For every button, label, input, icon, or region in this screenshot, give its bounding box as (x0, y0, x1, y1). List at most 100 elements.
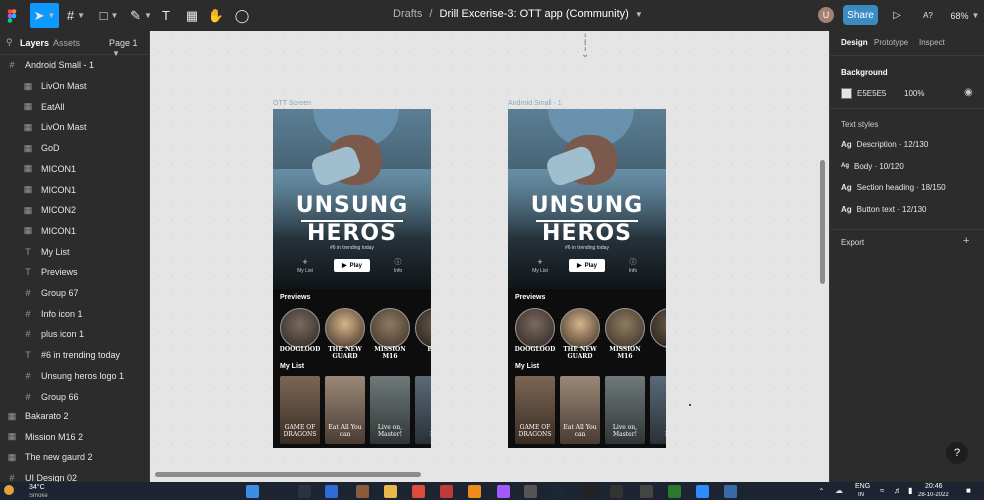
resources-tool-button[interactable]: ▦ (184, 3, 200, 28)
layer-item-0[interactable]: ▦ LivOn Mast (0, 76, 150, 96)
preview-thumbnail[interactable] (415, 308, 431, 348)
notes-icon[interactable] (640, 485, 653, 498)
mylist-poster[interactable]: Eat All You can (325, 376, 365, 444)
phone-frame[interactable]: UNSUNG HEROS #6 in trending today + My L… (273, 109, 431, 448)
tab-prototype[interactable]: Prototype (874, 38, 908, 47)
cloud-icon[interactable]: ☁ (835, 486, 843, 495)
share-button[interactable]: Share (843, 5, 878, 25)
avatar[interactable]: U (818, 7, 834, 23)
preview-thumbnail[interactable] (325, 308, 365, 348)
preview-thumbnail[interactable] (560, 308, 600, 348)
plus-icon[interactable]: + (963, 235, 969, 247)
move-tool-button[interactable]: ➤ ▼ (30, 3, 59, 28)
layer-item-1[interactable]: ▦ EatAll (0, 97, 150, 117)
text-style-item[interactable]: Ag Section heading · 18/150 (841, 183, 946, 192)
mylist-poster[interactable]: Live on, Master! (605, 376, 645, 444)
layer-item-top-1[interactable]: ▦ Mission M16 2 (0, 427, 150, 447)
file-name[interactable]: Drill Excerise-3: OTT app (Community) (440, 8, 629, 20)
layer-item-10[interactable]: # Group 67 (0, 283, 150, 303)
snip-icon[interactable] (724, 485, 737, 498)
figma-menu-icon[interactable] (2, 3, 22, 28)
mylist-poster[interactable]: GAME OF DRAGONS (515, 376, 555, 444)
tab-inspect[interactable]: Inspect (919, 38, 945, 47)
play-button[interactable]: ▶ Play (569, 259, 605, 272)
layer-item-6[interactable]: ▦ MICON2 (0, 200, 150, 220)
layer-item-3[interactable]: ▦ GoD (0, 138, 150, 158)
present-button[interactable]: ▷ (890, 3, 904, 28)
temperature[interactable]: 34°C (29, 484, 45, 491)
text-tool-button[interactable]: T (158, 3, 174, 28)
info-icon[interactable]: ⓘ (383, 257, 413, 267)
phone-frame[interactable]: UNSUNG HEROS #6 in trending today + My L… (508, 109, 666, 448)
layer-item-top-2[interactable]: ▦ The new gaurd 2 (0, 447, 150, 467)
layer-item-5[interactable]: ▦ MICON1 (0, 180, 150, 200)
hand-tool-button[interactable]: ✋ (208, 3, 224, 28)
vlc-icon[interactable] (468, 485, 481, 498)
z-app-icon[interactable] (583, 485, 596, 498)
zoom-icon[interactable] (696, 485, 709, 498)
tab-assets[interactable]: Assets (53, 38, 80, 48)
search-icon[interactable]: ⚲ (6, 37, 13, 48)
play-button[interactable]: ▶ Play (334, 259, 370, 272)
horizontal-scrollbar[interactable] (155, 472, 421, 477)
clock-time[interactable]: 20:46 (925, 483, 943, 490)
shape-tool-button[interactable]: □ ▼ (96, 3, 122, 28)
preview-thumbnail[interactable] (605, 308, 645, 348)
bg-opacity[interactable]: 100% (904, 89, 924, 98)
start-icon[interactable] (246, 485, 259, 498)
help-button[interactable]: ? (946, 442, 968, 464)
layer-item-9[interactable]: T Previews (0, 262, 150, 282)
git-icon[interactable] (524, 485, 537, 498)
preview-thumbnail[interactable] (515, 308, 555, 348)
figma-app-icon[interactable] (497, 485, 510, 498)
layer-item-top-0[interactable]: ▦ Bakarato 2 (0, 406, 150, 426)
file-explorer-icon[interactable] (384, 485, 397, 498)
text-style-item[interactable]: Ag Button text · 12/130 (841, 205, 927, 214)
layer-item-7[interactable]: ▦ MICON1 (0, 221, 150, 241)
frame-label[interactable]: Android Small - 1 (508, 100, 562, 107)
color-swatch[interactable] (841, 88, 852, 99)
comment-tool-button[interactable]: ◯ (234, 3, 250, 28)
pen-tool-button[interactable]: ✎ ▼ (128, 3, 154, 28)
steam-icon[interactable] (551, 485, 564, 498)
live-app-icon[interactable] (610, 485, 623, 498)
breadcrumb-drafts[interactable]: Drafts (393, 8, 422, 20)
layer-item-root[interactable]: # Android Small - 1 (0, 55, 150, 75)
eye-icon[interactable]: ◉ (964, 87, 973, 98)
battery-icon[interactable]: ▮ (908, 486, 912, 495)
task-view-icon[interactable] (298, 485, 311, 498)
layer-item-2[interactable]: ▦ LivOn Mast (0, 117, 150, 137)
tab-layers[interactable]: Layers (20, 38, 49, 48)
mylist-poster[interactable]: Inb (415, 376, 431, 444)
tab-design[interactable]: Design (841, 38, 868, 47)
text-style-item[interactable]: Ag Description · 12/130 (841, 140, 928, 149)
layer-item-11[interactable]: # Info icon 1 (0, 304, 150, 324)
frame-tool-button[interactable]: # ▼ (63, 3, 89, 28)
language[interactable]: ENG (855, 483, 870, 490)
notification-icon[interactable]: ■ (966, 486, 971, 495)
mylist-poster[interactable]: Eat All You can (560, 376, 600, 444)
layer-item-8[interactable]: T My List (0, 242, 150, 262)
layer-item-4[interactable]: ▦ MICON1 (0, 159, 150, 179)
info-icon[interactable]: ⓘ (618, 257, 648, 267)
layer-item-15[interactable]: # Group 66 (0, 387, 150, 407)
frame-label[interactable]: OTT Screen (273, 100, 311, 107)
layer-item-14[interactable]: # Unsung heros logo 1 (0, 366, 150, 386)
bg-hex[interactable]: E5E5E5 (857, 89, 904, 98)
layer-item-13[interactable]: T #6 in trending today (0, 345, 150, 365)
xbox-icon[interactable] (668, 485, 681, 498)
chevron-down-icon[interactable]: ▼ (635, 10, 643, 19)
text-style-item[interactable]: Ag Body · 10/120 (841, 162, 904, 171)
mylist-poster[interactable]: Live on, Master! (370, 376, 410, 444)
photo-app-icon[interactable] (356, 485, 369, 498)
wifi-icon[interactable]: ≈ (880, 486, 884, 495)
volume-icon[interactable]: ♬ (894, 486, 902, 495)
layer-item-12[interactable]: # plus icon 1 (0, 324, 150, 344)
canvas[interactable]: ¦ ¦ ⌄ OTT Screen UNSUNG HEROS #6 in trendi… (151, 31, 827, 486)
chevron-up-icon[interactable]: ⌃ (818, 487, 825, 496)
plus-icon[interactable]: + (525, 257, 555, 267)
vertical-scrollbar[interactable] (820, 160, 825, 284)
zoom-control[interactable]: 68% ▼ (948, 3, 982, 28)
chrome-icon[interactable] (412, 485, 425, 498)
font-button[interactable]: A? (918, 3, 938, 28)
